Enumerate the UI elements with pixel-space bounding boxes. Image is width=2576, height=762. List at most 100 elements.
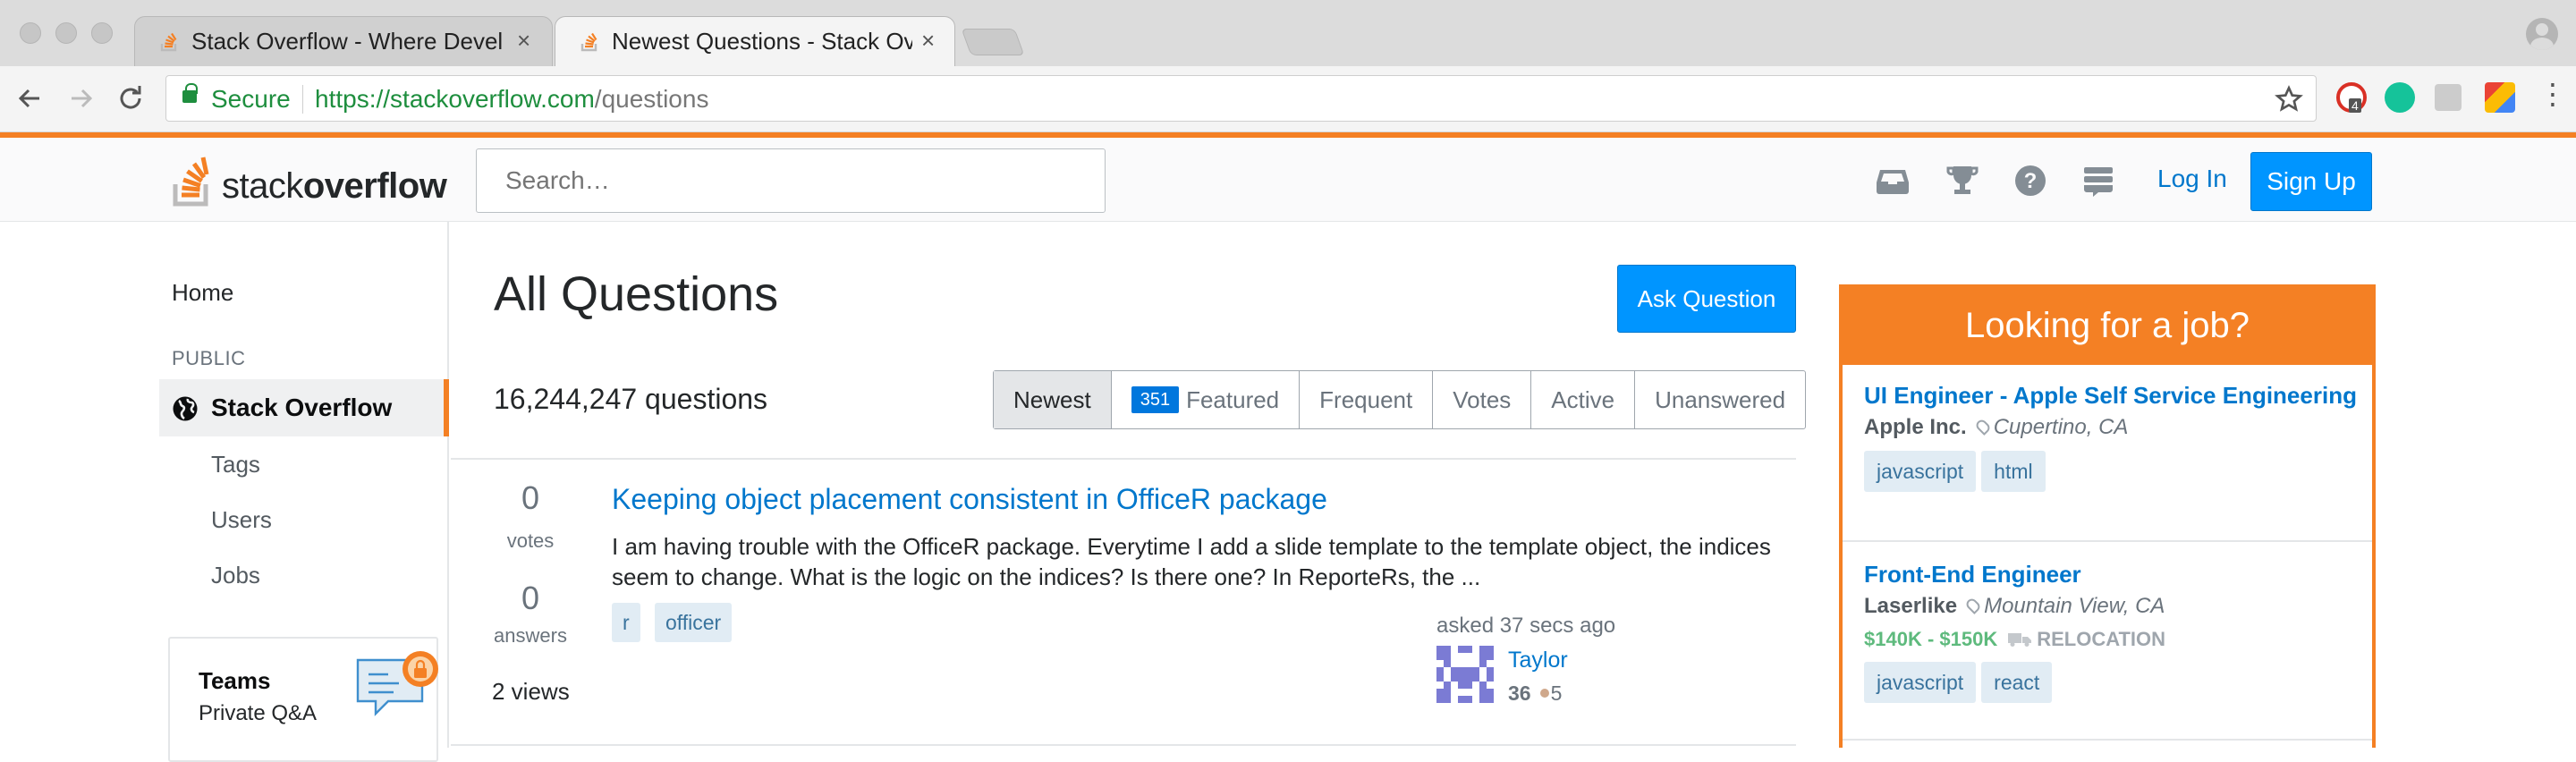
browser-tab-stackoverflow-home[interactable]: Stack Overflow - Where Devel × bbox=[134, 16, 553, 66]
teams-illustration-icon bbox=[356, 651, 438, 716]
inbox-icon[interactable] bbox=[1875, 163, 1911, 199]
user-reputation: 36 5 bbox=[1508, 682, 1562, 706]
search-input[interactable] bbox=[476, 148, 1106, 213]
tab-active[interactable]: Active bbox=[1531, 371, 1636, 428]
tab-featured[interactable]: 351 Featured bbox=[1112, 371, 1301, 428]
menu-icon[interactable]: ⋮ bbox=[2538, 77, 2567, 111]
window-close-button[interactable] bbox=[20, 22, 41, 44]
answer-count: 0 bbox=[521, 580, 540, 616]
featured-count-badge: 351 bbox=[1131, 386, 1180, 413]
url-path: /questions bbox=[594, 85, 709, 113]
url-text: https://stackoverflow.com/questions bbox=[315, 85, 708, 114]
sidebar-item-users[interactable]: Users bbox=[211, 506, 272, 534]
question-title-link[interactable]: Keeping object placement consistent in O… bbox=[612, 483, 1327, 516]
new-tab-button[interactable] bbox=[961, 29, 1025, 55]
job-location: Cupertino, CA bbox=[1993, 415, 2129, 439]
bronze-badge-icon bbox=[1539, 689, 1549, 698]
job-tag[interactable]: react bbox=[1981, 662, 2053, 703]
truck-icon bbox=[2008, 633, 2032, 647]
star-icon[interactable] bbox=[2275, 85, 2303, 114]
tab-newest[interactable]: Newest bbox=[994, 371, 1112, 428]
question-count: 16,244,247 questions bbox=[494, 383, 768, 415]
job-salary: $140K - $150K bbox=[1864, 628, 1998, 650]
bronze-badge-count: 5 bbox=[1550, 682, 1563, 705]
job-listing[interactable]: Front-End Engineer Laserlike Mountain Vie… bbox=[1864, 560, 2365, 705]
url-host: https://stackoverflow.com bbox=[315, 85, 595, 113]
question-excerpt: I am having trouble with the OfficeR pac… bbox=[612, 533, 1771, 590]
job-tags: javascript react bbox=[1864, 662, 2365, 705]
tab-frequent[interactable]: Frequent bbox=[1300, 371, 1434, 428]
browser-toolbar: Secure https://stackoverflow.com/questio… bbox=[0, 66, 2576, 132]
job-company: Laserlike bbox=[1864, 594, 1958, 618]
extension-icon[interactable] bbox=[2435, 84, 2462, 111]
address-bar[interactable]: Secure https://stackoverflow.com/questio… bbox=[165, 75, 2317, 122]
sidebar-item-jobs[interactable]: Jobs bbox=[211, 562, 260, 589]
sidebar-item-label: Stack Overflow bbox=[211, 394, 393, 421]
trophy-icon[interactable] bbox=[1945, 163, 1980, 199]
globe-icon bbox=[173, 396, 198, 421]
window-minimize-button[interactable] bbox=[55, 22, 77, 44]
teams-promo[interactable]: Teams Private Q&A bbox=[168, 637, 438, 762]
reputation-score: 36 bbox=[1508, 682, 1531, 705]
jobs-heading: Looking for a job? bbox=[1843, 288, 2372, 365]
tab-unanswered[interactable]: Unanswered bbox=[1635, 371, 1805, 428]
job-company-location: Laserlike Mountain View, CA bbox=[1864, 594, 2365, 619]
reload-icon[interactable] bbox=[113, 80, 148, 116]
relocation-badge: RELOCATION bbox=[2008, 628, 2165, 650]
grammarly-extension-icon[interactable] bbox=[2385, 82, 2415, 113]
window-maximize-button[interactable] bbox=[91, 22, 113, 44]
tab-close-icon[interactable]: × bbox=[921, 27, 935, 55]
left-sidebar: Home PUBLIC Stack Overflow Tags Users Jo… bbox=[0, 222, 449, 762]
help-icon[interactable]: ? bbox=[2012, 163, 2048, 199]
stackoverflow-favicon-icon bbox=[580, 32, 597, 52]
site-switcher-icon[interactable] bbox=[2080, 163, 2116, 199]
signup-button[interactable]: Sign Up bbox=[2250, 152, 2372, 211]
logo-text-bold: overflow bbox=[302, 166, 447, 206]
stackoverflow-favicon-icon bbox=[160, 32, 177, 52]
job-title-link[interactable]: Front-End Engineer bbox=[1864, 560, 2365, 588]
location-pin-icon bbox=[1973, 418, 1992, 436]
secure-label: Secure bbox=[211, 85, 291, 113]
location-pin-icon bbox=[1964, 597, 1982, 614]
teams-subtitle: Private Q&A bbox=[199, 701, 318, 725]
login-link[interactable]: Log In bbox=[2157, 165, 2227, 193]
sidebar-item-home[interactable]: Home bbox=[172, 279, 233, 307]
view-count: 2 views bbox=[492, 678, 570, 705]
tab-title: Stack Overflow - Where Devel bbox=[191, 28, 504, 55]
job-tag[interactable]: javascript bbox=[1864, 662, 1977, 703]
job-tags: javascript html bbox=[1864, 451, 2365, 494]
tab-close-icon[interactable]: × bbox=[517, 27, 530, 55]
tab-votes[interactable]: Votes bbox=[1433, 371, 1532, 428]
job-location: Mountain View, CA bbox=[1984, 594, 2165, 618]
divider bbox=[451, 744, 1796, 746]
extension-badge: 4 bbox=[2349, 98, 2361, 113]
user-name-link[interactable]: Taylor bbox=[1508, 648, 1568, 673]
job-tag[interactable]: html bbox=[1981, 451, 2046, 492]
sidebar-section-public: PUBLIC bbox=[172, 347, 246, 369]
tag-officer[interactable]: officer bbox=[655, 603, 733, 642]
browser-tabstrip: Stack Overflow - Where Devel × Newest Qu… bbox=[0, 0, 2576, 66]
answer-label: answers bbox=[494, 624, 567, 647]
tag-r[interactable]: r bbox=[612, 603, 640, 642]
tab-label: Featured bbox=[1186, 386, 1280, 413]
job-listing[interactable]: UI Engineer - Apple Self Service Enginee… bbox=[1864, 381, 2365, 494]
sidebar-item-tags[interactable]: Tags bbox=[211, 451, 260, 478]
browser-tab-newest-questions[interactable]: Newest Questions - Stack Ove × bbox=[555, 16, 955, 66]
profile-icon[interactable] bbox=[2526, 18, 2558, 50]
asked-time: asked 37 secs ago bbox=[1436, 614, 1616, 638]
svg-text:?: ? bbox=[2024, 169, 2038, 193]
back-arrow-icon[interactable] bbox=[13, 80, 48, 116]
extension-stop-icon[interactable]: 4 bbox=[2336, 82, 2367, 113]
ask-question-button[interactable]: Ask Question bbox=[1617, 265, 1796, 333]
user-avatar[interactable] bbox=[1436, 646, 1494, 703]
tab-title: Newest Questions - Stack Ove bbox=[612, 28, 912, 55]
job-tag[interactable]: javascript bbox=[1864, 451, 1977, 492]
divider bbox=[451, 458, 1796, 460]
sidebar-item-stack-overflow[interactable]: Stack Overflow bbox=[159, 379, 449, 436]
divider bbox=[1843, 739, 2372, 741]
forward-arrow-icon[interactable] bbox=[63, 80, 98, 116]
job-title-link[interactable]: UI Engineer - Apple Self Service Enginee… bbox=[1864, 381, 2365, 410]
job-salary-row: $140K - $150K RELOCATION bbox=[1864, 628, 2365, 651]
colorful-extension-icon[interactable] bbox=[2485, 82, 2515, 113]
sort-filter-tabs: Newest 351 Featured Frequent Votes Active… bbox=[993, 370, 1807, 429]
